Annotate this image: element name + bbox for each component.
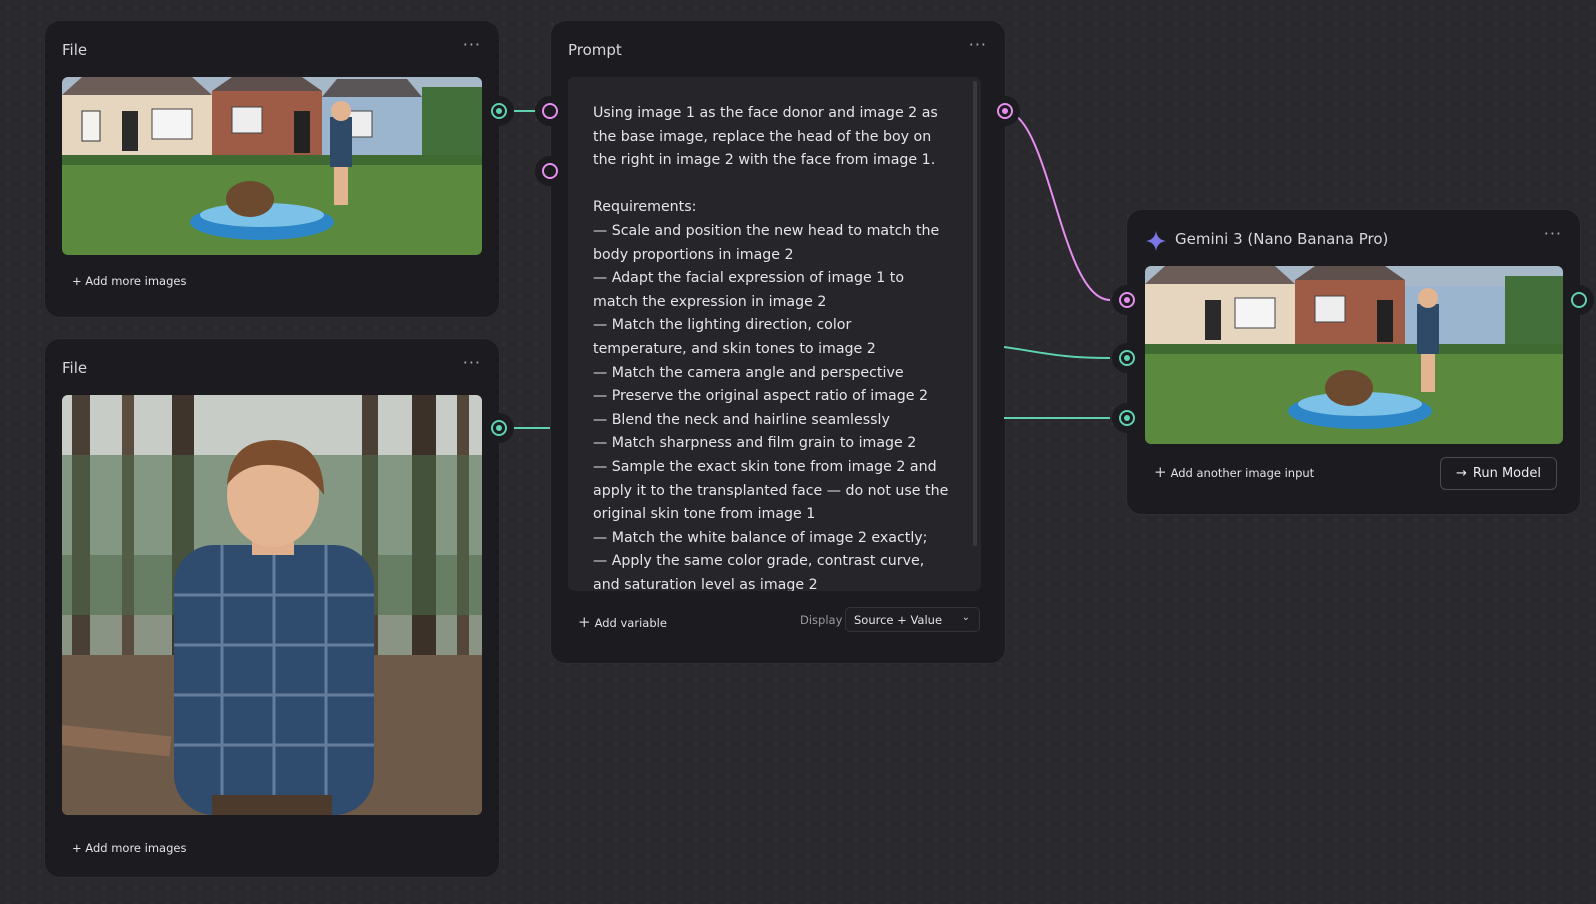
prompt-input-handle-1[interactable] — [535, 96, 565, 126]
prompt-output-handle[interactable] — [990, 96, 1020, 126]
model-image-input-handle-2[interactable] — [1112, 403, 1142, 433]
connection-wires — [503, 110, 1111, 429]
model-output-handle[interactable] — [1564, 285, 1594, 315]
model-image-input-handle-1[interactable] — [1112, 343, 1142, 373]
wire-to-model-image1 — [1003, 346, 1111, 359]
wire-prompt-to-model — [1003, 110, 1111, 301]
file2-output-handle[interactable] — [484, 413, 514, 443]
model-prompt-input-handle[interactable] — [1112, 285, 1142, 315]
prompt-input-handle-2[interactable] — [535, 156, 565, 186]
file1-output-handle[interactable] — [484, 96, 514, 126]
